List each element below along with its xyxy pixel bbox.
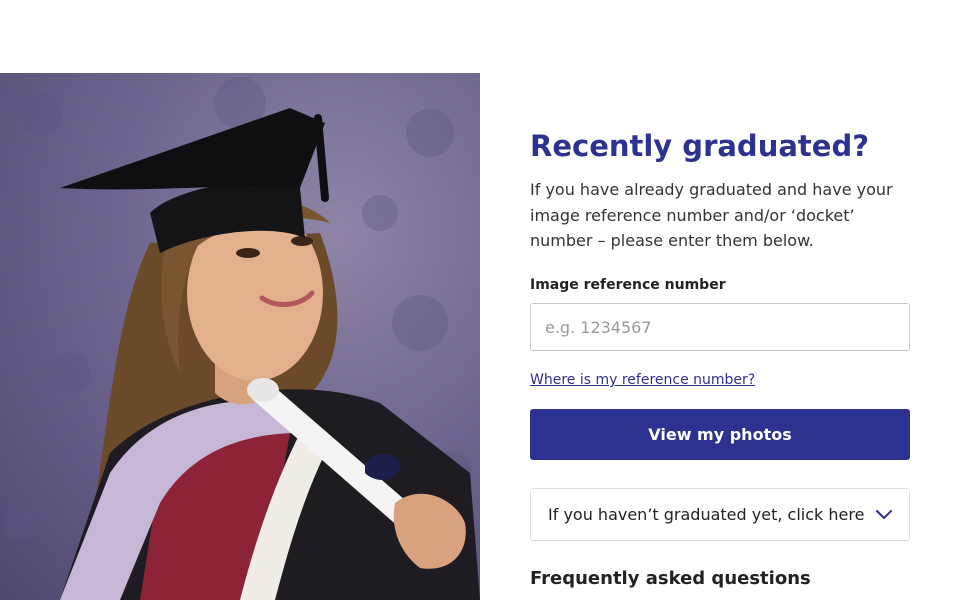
chevron-down-icon <box>876 509 892 519</box>
top-bar <box>0 0 960 73</box>
not-graduated-accordion[interactable]: If you haven’t graduated yet, click here <box>530 488 910 541</box>
view-photos-button[interactable]: View my photos <box>530 409 910 460</box>
image-reference-input[interactable] <box>530 303 910 351</box>
reference-help-link[interactable]: Where is my reference number? <box>530 372 755 388</box>
image-reference-label: Image reference number <box>530 277 726 293</box>
hero-photo <box>0 73 480 600</box>
page-title: Recently graduated? <box>530 129 870 163</box>
intro-text: If you have already graduated and have y… <box>530 180 893 250</box>
accordion-label: If you haven’t graduated yet, click here <box>548 505 865 524</box>
graduate-illustration <box>2 77 480 600</box>
faq-heading: Frequently asked questions <box>530 568 811 589</box>
